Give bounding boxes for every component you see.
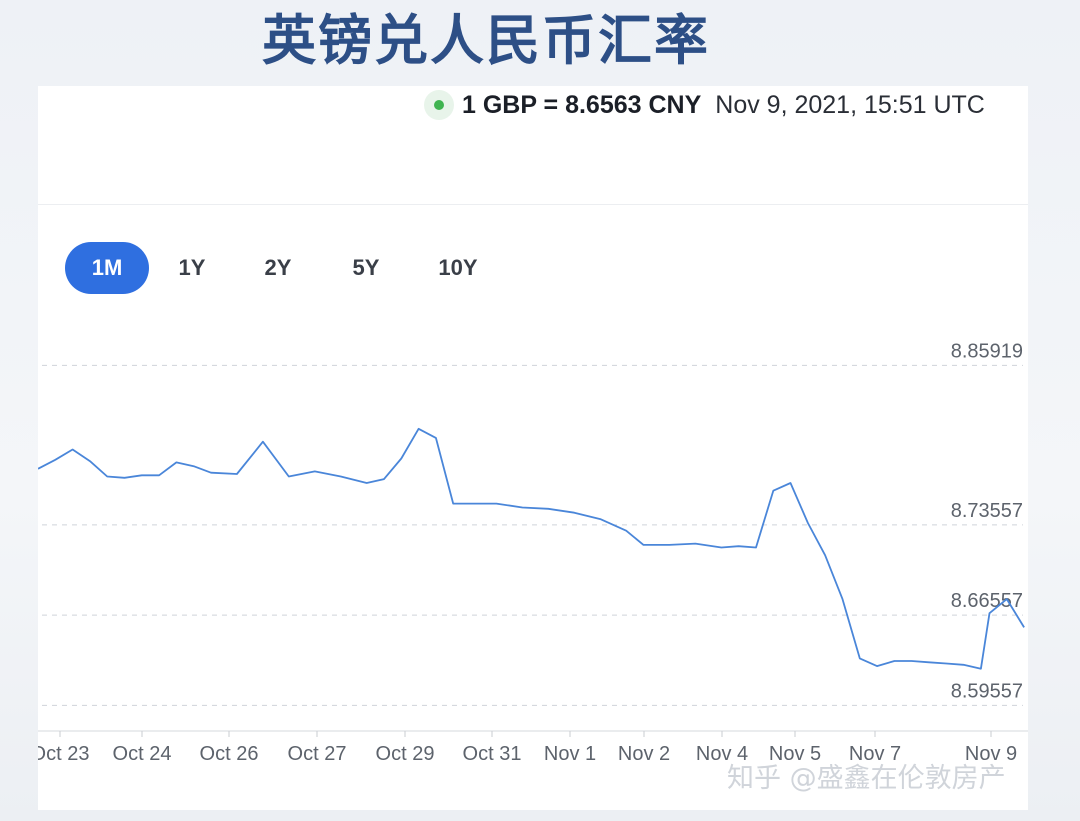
y-tick-label: 8.59557 — [951, 680, 1023, 702]
y-axis-tick-labels: 8.595578.665578.735578.85919 — [951, 340, 1023, 702]
watermark: 知乎 @盛鑫在伦敦房产 — [727, 763, 1006, 794]
x-tick-label: Oct 23 — [38, 743, 89, 765]
rate-series-line — [38, 427, 1025, 670]
x-tick-label: Oct 27 — [288, 743, 347, 765]
exchange-rate-card: 1 GBP = 8.6563 CNY Nov 9, 2021, 15:51 UT… — [38, 86, 1028, 810]
exchange-rate-line-chart: 8.595578.665578.735578.85919 Oct 23 Oct 2… — [38, 340, 1028, 765]
x-tick-label: Oct 24 — [113, 743, 172, 765]
x-tick-label: Oct 26 — [200, 743, 259, 765]
x-tick-label: Oct 29 — [376, 743, 435, 765]
y-tick-label: 8.85919 — [951, 340, 1023, 362]
page-title: 英镑兑人民币汇率 — [262, 9, 710, 72]
x-tick-label: Nov 2 — [618, 743, 670, 765]
grid-lines — [42, 364, 1023, 706]
x-tick-label: Nov 1 — [544, 743, 596, 765]
x-tick-label: Oct 31 — [463, 743, 522, 765]
y-tick-label: 8.73557 — [951, 500, 1023, 522]
